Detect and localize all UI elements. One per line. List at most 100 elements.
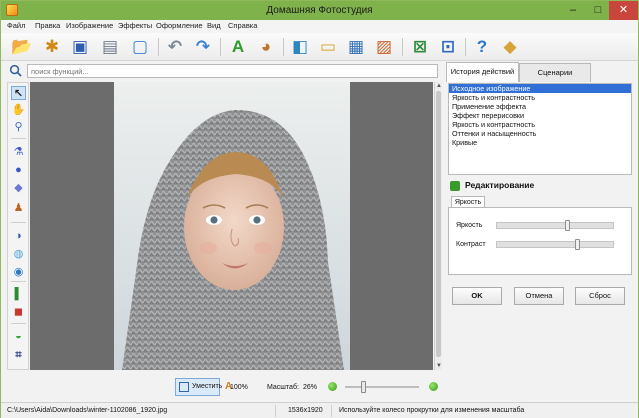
- fit-button[interactable]: Уместить: [175, 378, 223, 396]
- package-icon[interactable]: ◆: [499, 36, 521, 58]
- palette-icon-glyph: ◕: [260, 37, 272, 56]
- print-preview-icon[interactable]: ▢: [129, 36, 151, 58]
- history-item[interactable]: Оттенки и насыщенность: [449, 129, 631, 138]
- zoom-scale-value: 26%: [303, 384, 318, 391]
- ok-button[interactable]: OK: [452, 287, 502, 305]
- actual-size-label[interactable]: 100%: [230, 384, 248, 391]
- history-item[interactable]: Кривые: [449, 138, 631, 147]
- history-item[interactable]: Яркость и контрастность: [449, 120, 631, 129]
- picture-icon[interactable]: ▨: [373, 36, 395, 58]
- zoom-in-icon[interactable]: [429, 382, 438, 391]
- tab-scenarios[interactable]: Сценарии: [519, 63, 591, 82]
- magnifier-icon[interactable]: ⚲: [11, 120, 26, 134]
- status-hint: Используйте колесо прокрутки для изменен…: [339, 407, 525, 414]
- history-item[interactable]: Исходное изображение: [449, 84, 631, 93]
- zoom-slider-track[interactable]: [345, 386, 419, 388]
- search-row: [1, 62, 441, 80]
- redo-icon-glyph: ↷: [195, 37, 211, 56]
- calendar-icon[interactable]: ▦: [345, 36, 367, 58]
- drop-icon[interactable]: ●: [11, 163, 26, 177]
- menu-edit[interactable]: Правка: [35, 21, 60, 30]
- eraser-icon[interactable]: ◒: [11, 329, 26, 343]
- fit-screen-icon: [179, 382, 189, 392]
- status-divider: [275, 405, 276, 417]
- text-tool-icon[interactable]: A: [227, 36, 249, 58]
- scroll-thumb[interactable]: [436, 91, 441, 357]
- color-squares-icon[interactable]: ◼: [11, 305, 26, 319]
- contrast-slider[interactable]: [496, 241, 614, 248]
- tool-separator: [11, 138, 26, 139]
- search-input[interactable]: [27, 64, 438, 78]
- half-circle-icon[interactable]: ◑: [11, 229, 26, 243]
- zoom-out-icon[interactable]: [328, 382, 337, 391]
- photo-image: [114, 82, 350, 370]
- brightness-slider[interactable]: [496, 222, 614, 229]
- fit-screen-icon-glyph: ⊠: [412, 37, 428, 56]
- status-bar: C:\Users\Aida\Downloads\winter-1102086_1…: [1, 402, 638, 418]
- history-item[interactable]: Эффект перерисовки: [449, 111, 631, 120]
- menu-file[interactable]: Файл: [7, 21, 25, 30]
- menu-design[interactable]: Оформление: [156, 21, 203, 30]
- film-reel-icon[interactable]: ✱: [41, 36, 63, 58]
- reset-button[interactable]: Сброс: [575, 287, 625, 305]
- cancel-button[interactable]: Отмена: [514, 287, 564, 305]
- layers-icon[interactable]: ◧: [289, 36, 311, 58]
- red-eye-icon[interactable]: ◉: [11, 265, 26, 279]
- zoom-slider-thumb[interactable]: [361, 381, 366, 393]
- maximize-button[interactable]: □: [585, 1, 611, 20]
- undo-icon[interactable]: ↶: [164, 36, 186, 58]
- scroll-down-icon[interactable]: ▼: [435, 362, 443, 370]
- frame-icon[interactable]: ▭: [317, 36, 339, 58]
- contrast-slider-thumb[interactable]: [575, 239, 580, 250]
- open-folder-icon[interactable]: 📂: [11, 36, 33, 58]
- brightness-slider-thumb[interactable]: [565, 220, 570, 231]
- toolbar-separator: [402, 38, 403, 56]
- toolbar-separator: [158, 38, 159, 56]
- hand-icon[interactable]: ✋: [11, 103, 26, 117]
- app-window: Домашняя Фотостудия – □ ✕ Файл Правка Из…: [0, 0, 639, 418]
- toolbar-separator: [220, 38, 221, 56]
- editing-box: Яркость Яркость Контраст: [448, 196, 632, 275]
- close-button[interactable]: ✕: [609, 1, 638, 20]
- tool-separator: [11, 323, 26, 324]
- pointer-icon[interactable]: ↖: [11, 86, 26, 100]
- ellipse-icon[interactable]: ◍: [11, 247, 26, 261]
- redo-icon[interactable]: ↷: [192, 36, 214, 58]
- fit-screen-icon[interactable]: ⊠: [409, 36, 431, 58]
- picture-icon-glyph: ▨: [375, 37, 393, 56]
- save-disk-icon[interactable]: ▣: [69, 36, 91, 58]
- crop-icon[interactable]: ⌗: [11, 348, 26, 362]
- save-disk-icon-glyph: ▣: [71, 37, 89, 56]
- blur-drop-icon[interactable]: ◆: [11, 181, 26, 195]
- canvas-vertical-scrollbar[interactable]: ▲ ▼: [434, 82, 442, 370]
- fit-label: Уместить: [192, 383, 223, 390]
- history-item[interactable]: Применение эффекта: [449, 102, 631, 111]
- search-icon[interactable]: [9, 64, 22, 77]
- menu-effects[interactable]: Эффекты: [118, 21, 152, 30]
- scroll-up-icon[interactable]: ▲: [435, 82, 443, 90]
- pipette-icon[interactable]: ⚗: [11, 145, 26, 159]
- menu-image[interactable]: Изображение: [66, 21, 113, 30]
- image-canvas[interactable]: [30, 82, 433, 370]
- history-list[interactable]: Исходное изображение Яркость и контрастно…: [448, 83, 632, 175]
- stamp-icon[interactable]: ♟: [11, 201, 26, 215]
- contrast-label: Контраст: [456, 241, 486, 248]
- printer-icon-glyph: ▤: [101, 37, 119, 56]
- menu-help[interactable]: Справка: [228, 21, 257, 30]
- history-item[interactable]: Яркость и контрастность: [449, 93, 631, 102]
- palette-icon[interactable]: ◕: [255, 36, 277, 58]
- tool-strip: ↖ ✋ ⚲ ⚗ ● ◆ ♟ ◑ ◍ ◉ ▌ ◼ ◒ ⌗: [7, 82, 29, 370]
- minimize-button[interactable]: –: [560, 1, 586, 20]
- actual-size-icon[interactable]: ⊡: [437, 36, 459, 58]
- tab-history[interactable]: История действий: [446, 62, 519, 82]
- color-channels-icon[interactable]: ▌: [11, 287, 26, 301]
- right-panel: История действий Сценарии Исходное изобр…: [444, 62, 638, 400]
- open-folder-icon-glyph: 📂: [11, 37, 33, 56]
- tool-separator: [11, 222, 26, 223]
- menu-view[interactable]: Вид: [207, 21, 221, 30]
- printer-icon[interactable]: ▤: [99, 36, 121, 58]
- help-icon-glyph: ?: [476, 37, 488, 56]
- help-icon[interactable]: ?: [471, 36, 493, 58]
- zoom-bar: Уместить A 100% Масштаб: 26%: [1, 375, 441, 399]
- menu-bar: Файл Правка Изображение Эффекты Оформлен…: [1, 20, 638, 33]
